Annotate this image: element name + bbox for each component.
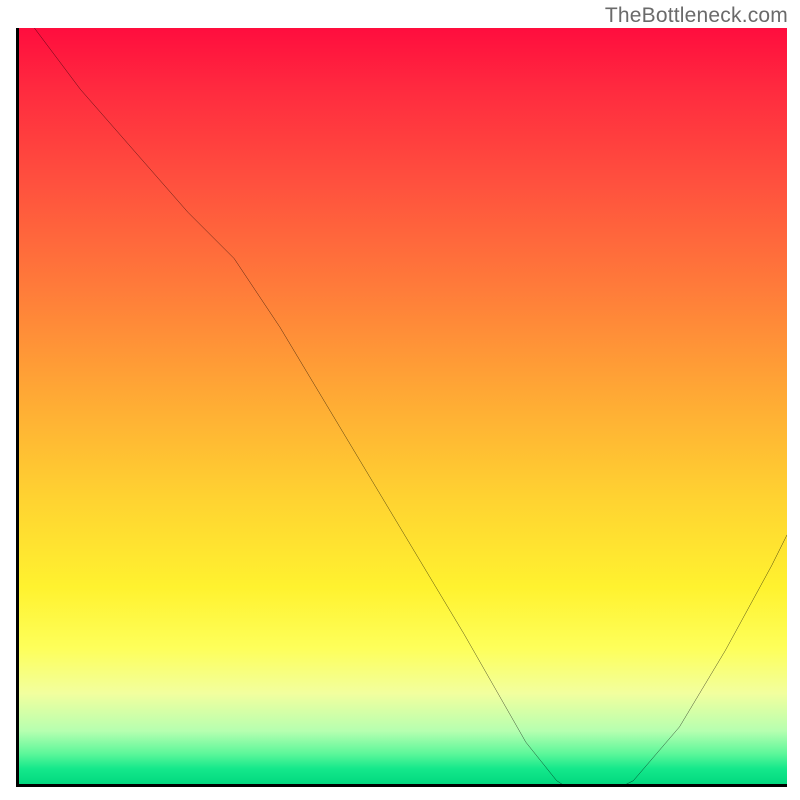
- plot-area: [16, 28, 787, 787]
- optimal-range-marker: [19, 28, 787, 787]
- chart-container: TheBottleneck.com: [0, 0, 800, 800]
- watermark-text: TheBottleneck.com: [605, 4, 788, 28]
